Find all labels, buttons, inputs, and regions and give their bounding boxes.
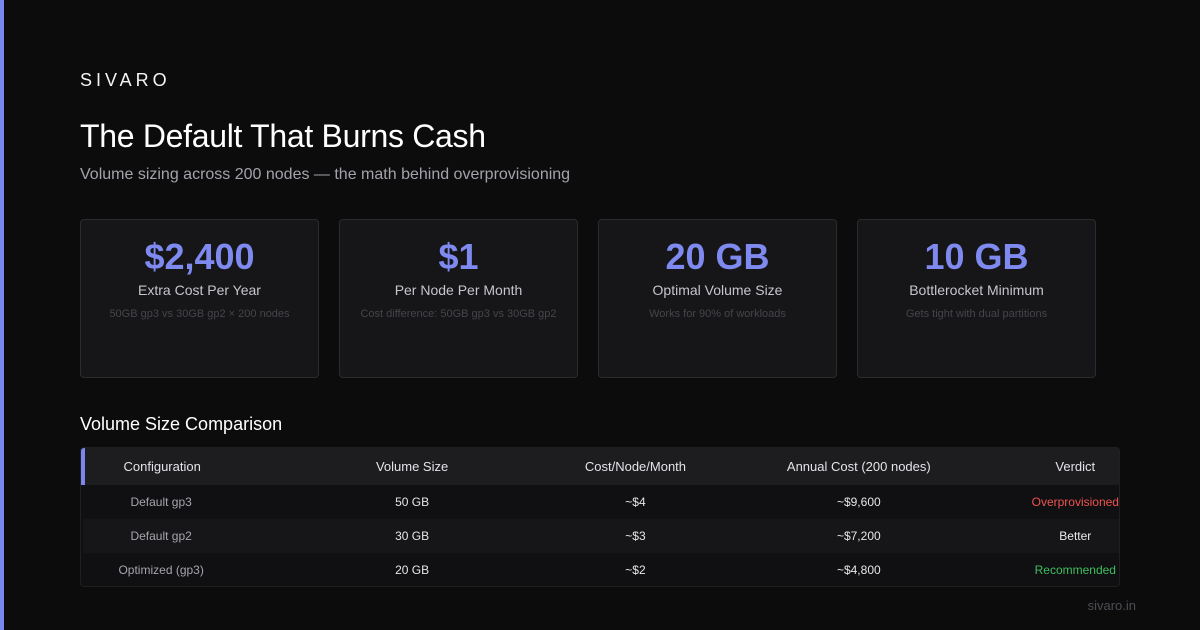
stat-card-per-node: $1 Per Node Per Month Cost difference: 5… [339, 219, 578, 378]
stat-label: Extra Cost Per Year [138, 282, 261, 298]
cell-verdict: Better [1031, 519, 1119, 553]
brand-logo: SIVARO [80, 70, 171, 90]
cell-annual-cost: ~$4,800 [836, 563, 881, 577]
stat-value: 20 GB [665, 236, 770, 277]
table-row: Default gp2 30 GB ~$3 ~$7,200 Better [83, 519, 1119, 553]
stat-value: $2,400 [144, 236, 255, 277]
section-title: Volume Size Comparison [80, 414, 283, 434]
stat-note: Cost difference: 50GB gp3 vs 30GB gp2 [360, 308, 557, 320]
cell-configuration: Optimized (gp3) [118, 563, 204, 577]
stat-card-extra-cost: $2,400 Extra Cost Per Year 50GB gp3 vs 3… [80, 219, 319, 378]
stat-label: Bottlerocket Minimum [909, 282, 1044, 298]
column-header-cost-node-month: Cost/Node/Month [584, 448, 687, 485]
cell-cost-node-month: ~$2 [625, 563, 646, 577]
cell-cost-node-month: ~$4 [625, 495, 646, 509]
cell-cost-node-month: ~$3 [584, 519, 687, 553]
cell-configuration: Default gp2 [83, 519, 240, 553]
stat-card-bottlerocket: 10 GB Bottlerocket Minimum Gets tight wi… [857, 219, 1096, 378]
page-title: The Default That Burns Cash [80, 118, 486, 154]
column-header-verdict: Verdict [1031, 448, 1119, 485]
cell-volume-size: 20 GB [395, 563, 430, 577]
cell-annual-cost: ~$9,600 [836, 495, 881, 509]
table-header-row: Configuration Volume Size Cost/Node/Mont… [81, 448, 1119, 485]
cell-configuration: Default gp3 [130, 495, 192, 509]
cell-volume-size: 50 GB [395, 495, 430, 509]
table-row: Optimized (gp3) 20 GB ~$2 ~$4,800 Recomm… [83, 553, 1119, 586]
stat-label: Per Node Per Month [394, 282, 523, 298]
footer-url: sivaro.in [1087, 598, 1136, 613]
accent-bar [0, 0, 4, 630]
stat-value: $1 [438, 236, 479, 277]
column-header-volume-size: Volume Size [239, 448, 585, 485]
stat-card-optimal-size: 20 GB Optimal Volume Size Works for 90% … [598, 219, 837, 378]
stat-note: Works for 90% of workloads [649, 308, 786, 320]
stat-note: Gets tight with dual partitions [905, 308, 1048, 320]
stat-cards: $2,400 Extra Cost Per Year 50GB gp3 vs 3… [80, 219, 1096, 378]
table-row: Default gp3 50 GB ~$4 ~$9,600 Overprovis… [83, 485, 1119, 519]
column-header-configuration: Configuration [81, 448, 240, 485]
stat-label: Optimal Volume Size [652, 282, 783, 298]
stat-note: 50GB gp3 vs 30GB gp2 × 200 nodes [109, 308, 290, 320]
stat-value: 10 GB [924, 236, 1029, 277]
comparison-table: Configuration Volume Size Cost/Node/Mont… [80, 447, 1120, 587]
cell-annual-cost: ~$7,200 [686, 519, 1032, 553]
cell-verdict: Overprovisioned [1031, 495, 1119, 509]
column-header-annual-cost: Annual Cost (200 nodes) [686, 448, 1032, 485]
cell-verdict: Recommended [1034, 563, 1116, 577]
cell-volume-size: 30 GB [239, 519, 585, 553]
page-subtitle: Volume sizing across 200 nodes — the mat… [80, 166, 571, 183]
